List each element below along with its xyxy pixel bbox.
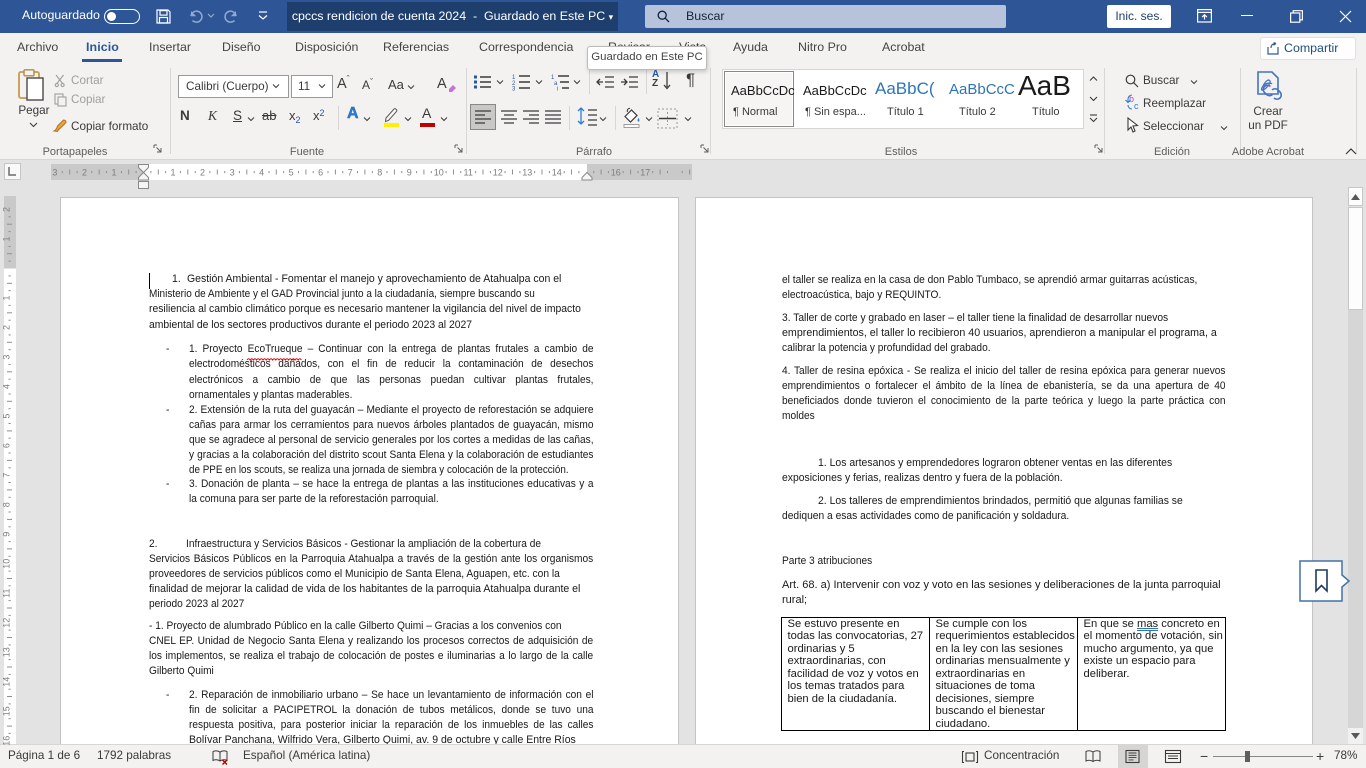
svg-text:17: 17 [640,168,650,178]
svg-text:7: 7 [348,168,353,178]
svg-text:12: 12 [2,618,12,628]
svg-text:1: 1 [170,168,175,178]
svg-text:8: 8 [2,502,12,507]
svg-text:2: 2 [2,207,12,212]
svg-text:5: 5 [2,414,12,419]
svg-text:11: 11 [464,168,473,178]
svg-text:7: 7 [2,473,12,478]
svg-text:15: 15 [2,706,12,716]
svg-text:1: 1 [111,168,116,178]
svg-text:10: 10 [434,168,444,178]
svg-text:4: 4 [2,384,12,389]
svg-text:3: 3 [52,168,57,178]
svg-text:6: 6 [2,443,12,448]
svg-text:14: 14 [2,677,12,687]
svg-text:1: 1 [2,295,12,300]
svg-text:13: 13 [522,168,532,178]
svg-text:4: 4 [259,168,264,178]
svg-text:2: 2 [82,168,87,178]
svg-text:14: 14 [552,168,562,178]
svg-text:11: 11 [2,589,12,598]
svg-text:16: 16 [611,168,621,178]
svg-text:12: 12 [493,168,503,178]
svg-text:9: 9 [407,168,412,178]
svg-text:c: c [1134,101,1139,111]
svg-text:6: 6 [318,168,323,178]
svg-text:5: 5 [289,168,294,178]
svg-text:3: 3 [512,87,516,93]
svg-text:10: 10 [2,559,12,569]
svg-text:13: 13 [2,647,12,657]
svg-text:9: 9 [2,532,12,537]
svg-text:i: i [557,87,558,93]
svg-text:1: 1 [2,236,12,241]
svg-text:2: 2 [200,168,205,178]
svg-text:8: 8 [377,168,382,178]
svg-text:16: 16 [2,736,12,746]
svg-text:3: 3 [230,168,235,178]
svg-text:2: 2 [2,325,12,330]
svg-text:3: 3 [2,355,12,360]
